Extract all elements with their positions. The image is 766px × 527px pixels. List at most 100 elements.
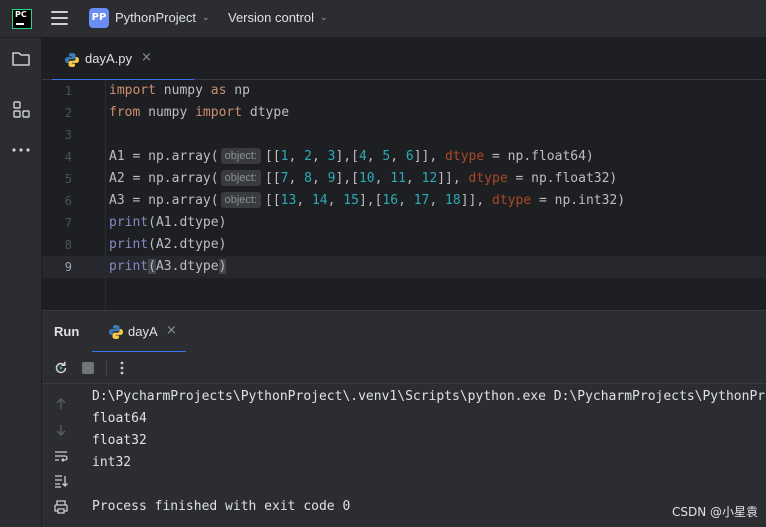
arrow-down-icon[interactable] xyxy=(53,422,69,438)
code-token: ( xyxy=(148,259,156,274)
code-token: A2 = np.array( xyxy=(109,171,219,186)
run-console-output[interactable]: D:\PycharmProjects\PythonProject\.venv1\… xyxy=(80,384,766,527)
code-token: ]], xyxy=(413,149,446,164)
title-bar: PC PP PythonProject ⌄ Version control ⌄ xyxy=(0,0,766,38)
code-token: (A1.dtype) xyxy=(148,215,227,230)
code-token: numpy xyxy=(155,83,211,98)
watermark: CSDN @小星袁 xyxy=(671,505,758,519)
code-token: A1 = np.array( xyxy=(109,149,219,164)
tab-label: dayA.py xyxy=(85,51,132,66)
main-menu-icon[interactable] xyxy=(51,11,68,27)
more-options-icon[interactable] xyxy=(114,360,130,376)
console-line: float64 xyxy=(92,411,147,426)
run-side-toolbar xyxy=(42,384,80,527)
code-token: import xyxy=(195,105,243,120)
code-token: ],[ xyxy=(358,193,383,208)
line-number: 1 xyxy=(64,84,72,98)
code-token: print xyxy=(109,215,149,230)
pycharm-logo-icon[interactable]: PC xyxy=(12,9,32,29)
more-tools-icon[interactable] xyxy=(9,138,33,162)
project-badge-icon[interactable]: PP xyxy=(89,8,109,28)
code-token: 2 xyxy=(304,149,312,164)
toolbar-divider xyxy=(106,360,107,376)
code-token: , xyxy=(327,193,344,208)
code-line[interactable]: 2 from numpy import dtype xyxy=(42,102,766,124)
code-token: dtype xyxy=(445,149,485,164)
structure-icon[interactable] xyxy=(9,98,33,122)
code-token: , xyxy=(296,193,312,208)
code-token: 16 xyxy=(382,193,399,208)
run-panel-title: Run xyxy=(54,324,80,339)
code-token: , xyxy=(288,149,305,164)
code-token: 12 xyxy=(421,171,438,186)
arrow-up-icon[interactable] xyxy=(53,396,69,412)
soft-wrap-icon[interactable] xyxy=(53,448,69,464)
code-token: , xyxy=(390,149,406,164)
code-line[interactable]: 7 print(A1.dtype) xyxy=(42,212,766,234)
code-line[interactable]: 6 A3 = np.array(object: [[13, 14, 15],[16,… xyxy=(42,190,766,212)
rerun-icon[interactable] xyxy=(53,360,69,376)
code-token: import xyxy=(109,83,156,98)
code-token: = np.int32) xyxy=(531,193,626,208)
code-token: from xyxy=(109,105,141,120)
code-text: from numpy import dtype xyxy=(109,102,289,124)
parameter-hint: object: xyxy=(220,148,261,164)
code-token: 17 xyxy=(413,193,430,208)
print-icon[interactable] xyxy=(53,499,69,515)
code-line[interactable]: 3 xyxy=(42,124,766,146)
code-editor[interactable]: 1 import numpy as np 2 from numpy import dt… xyxy=(42,80,766,310)
code-line[interactable]: 5 A2 = np.array(object: [[7, 8, 9],[10, 11… xyxy=(42,168,766,190)
close-icon[interactable]: × xyxy=(166,323,177,338)
code-token: ],[ xyxy=(335,149,359,164)
tab-run-daya[interactable]: dayA × xyxy=(92,311,186,353)
code-token: ) xyxy=(218,259,227,274)
code-token: , xyxy=(288,171,305,186)
code-token: (A2.dtype) xyxy=(148,237,227,252)
code-token: ],[ xyxy=(335,171,359,186)
line-number: 2 xyxy=(64,106,72,120)
code-token: [[ xyxy=(265,193,281,208)
python-file-icon xyxy=(65,53,79,67)
project-folder-icon[interactable] xyxy=(9,47,33,71)
run-tab-label: dayA xyxy=(128,324,158,339)
code-token: as xyxy=(210,83,227,98)
code-token: 6 xyxy=(405,149,414,164)
code-token: , xyxy=(398,193,414,208)
code-token: np xyxy=(226,83,250,98)
tab-daya-py[interactable]: dayA.py × xyxy=(52,38,194,81)
code-token: , xyxy=(311,171,328,186)
code-token: , xyxy=(311,149,328,164)
code-token: 11 xyxy=(390,171,406,186)
scroll-to-end-icon[interactable] xyxy=(53,473,69,489)
code-line[interactable]: 9 print(A3.dtype) xyxy=(42,256,766,278)
code-token: 14 xyxy=(311,193,328,208)
stop-icon[interactable] xyxy=(82,362,94,374)
code-token: 10 xyxy=(358,171,375,186)
python-run-icon xyxy=(109,325,123,339)
line-number: 5 xyxy=(64,172,72,186)
code-token: A3 = np.array( xyxy=(109,193,219,208)
code-text: A3 = np.array(object: [[13, 14, 15],[16, … xyxy=(109,190,625,212)
chevron-down-icon: ⌄ xyxy=(201,12,210,22)
version-control-menu[interactable]: Version control ⌄ xyxy=(228,10,328,25)
code-token: = np.float32) xyxy=(507,171,618,186)
code-line[interactable]: 4 A1 = np.array(object: [[1, 2, 3],[4, 5, … xyxy=(42,146,766,168)
code-token: 18 xyxy=(445,193,461,208)
code-line[interactable]: 8 print(A2.dtype) xyxy=(42,234,766,256)
code-token: [[ xyxy=(265,149,281,164)
code-token: 15 xyxy=(343,193,359,208)
close-icon[interactable]: × xyxy=(141,50,152,65)
console-line: D:\PycharmProjects\PythonProject\.venv1\… xyxy=(92,389,766,404)
project-selector[interactable]: PythonProject ⌄ xyxy=(115,10,209,25)
line-number: 7 xyxy=(64,216,72,230)
code-line[interactable]: 1 import numpy as np xyxy=(42,80,766,102)
project-name: PythonProject xyxy=(115,10,196,25)
code-text: A2 = np.array(object: [[7, 8, 9],[10, 11,… xyxy=(109,168,617,190)
line-number: 6 xyxy=(64,194,72,208)
parameter-hint: object: xyxy=(220,170,261,186)
code-text: A1 = np.array(object: [[1, 2, 3],[4, 5, 6… xyxy=(109,146,594,168)
console-line: int32 xyxy=(92,455,132,470)
run-panel-header: Run dayA × xyxy=(42,310,766,353)
line-number: 4 xyxy=(64,150,72,164)
code-token: = np.float64) xyxy=(484,149,594,164)
